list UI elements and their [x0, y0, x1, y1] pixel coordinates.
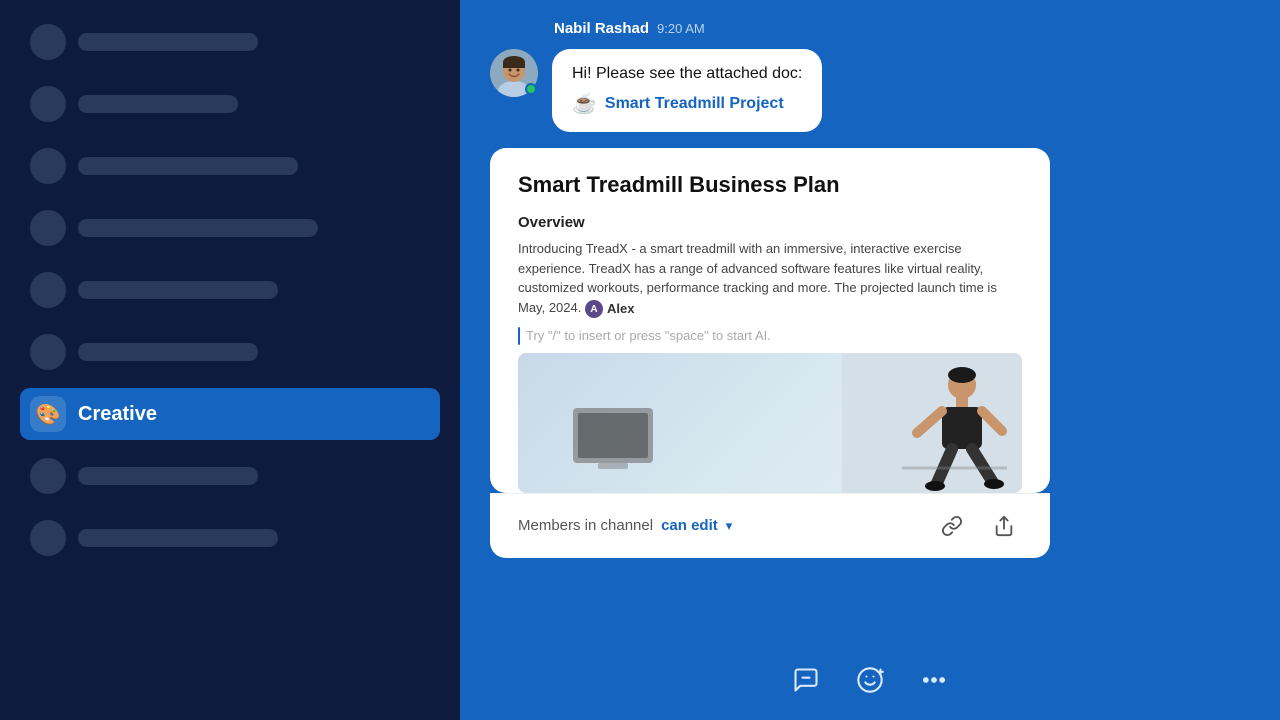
- thread-button[interactable]: [786, 660, 826, 700]
- doc-section-title: Overview: [518, 214, 1022, 231]
- sidebar-item-1[interactable]: [20, 16, 440, 68]
- sidebar-item-9[interactable]: [20, 512, 440, 564]
- sidebar-label-3: [78, 157, 298, 175]
- doc-title: Smart Treadmill Business Plan: [518, 172, 1022, 198]
- cursor-placeholder: Try "/" to insert or press "space" to st…: [526, 328, 771, 343]
- message-bubble: Hi! Please see the attached doc: ☕ Smart…: [552, 49, 822, 132]
- doc-card-wrapper: Smart Treadmill Business Plan Overview I…: [490, 148, 1050, 648]
- message-header: Nabil Rashad 9:20 AM: [490, 20, 1250, 37]
- avatar-2: [30, 86, 66, 122]
- doc-card: Smart Treadmill Business Plan Overview I…: [490, 148, 1050, 493]
- avatar-4: [30, 210, 66, 246]
- sender-avatar-wrap: [490, 49, 538, 97]
- creative-icon: 🎨: [30, 396, 66, 432]
- bubble-link[interactable]: ☕ Smart Treadmill Project: [572, 91, 802, 116]
- sidebar-label-8: [78, 467, 258, 485]
- footer-permission: Members in channel can edit ▾: [518, 517, 732, 534]
- sidebar-label-4: [78, 219, 318, 237]
- text-cursor: [518, 327, 520, 345]
- avatar-9: [30, 520, 66, 556]
- mention-avatar: A: [585, 300, 603, 318]
- bubble-text: Hi! Please see the attached doc:: [572, 65, 802, 83]
- can-edit-label[interactable]: can edit: [661, 517, 718, 534]
- members-label: Members in channel: [518, 517, 653, 534]
- sender-name: Nabil Rashad: [554, 20, 649, 37]
- sidebar-item-4[interactable]: [20, 202, 440, 254]
- sidebar-item-6[interactable]: [20, 326, 440, 378]
- doc-cursor-row: Try "/" to insert or press "space" to st…: [518, 327, 1022, 345]
- avatar-1: [30, 24, 66, 60]
- sidebar-item-3[interactable]: [20, 140, 440, 192]
- link-text: Smart Treadmill Project: [605, 95, 784, 113]
- main-panel: Nabil Rashad 9:20 AM: [460, 0, 1280, 720]
- share-button[interactable]: [986, 508, 1022, 544]
- sidebar-item-8[interactable]: [20, 450, 440, 502]
- avatar-3: [30, 148, 66, 184]
- online-indicator: [525, 83, 537, 95]
- sidebar-label-9: [78, 529, 278, 547]
- doc-body: Introducing TreadX - a smart treadmill w…: [518, 239, 1022, 319]
- sidebar-label-1: [78, 33, 258, 51]
- doc-mention: A Alex: [585, 299, 634, 319]
- message-row: Hi! Please see the attached doc: ☕ Smart…: [490, 49, 1250, 132]
- message-toolbar: [490, 648, 1250, 704]
- sidebar-item-creative[interactable]: 🎨 Creative: [20, 388, 440, 440]
- creative-label: Creative: [78, 403, 157, 426]
- sidebar-label-6: [78, 343, 258, 361]
- message-time: 9:20 AM: [657, 21, 705, 36]
- more-options-button[interactable]: [914, 660, 954, 700]
- sidebar-label-2: [78, 95, 238, 113]
- emoji-add-button[interactable]: [850, 660, 890, 700]
- sidebar-label-5: [78, 281, 278, 299]
- copy-link-button[interactable]: [934, 508, 970, 544]
- avatar-5: [30, 272, 66, 308]
- avatar-6: [30, 334, 66, 370]
- sidebar-item-2[interactable]: [20, 78, 440, 130]
- permission-chevron-icon[interactable]: ▾: [726, 518, 733, 534]
- doc-image: [518, 353, 1022, 493]
- sidebar-item-5[interactable]: [20, 264, 440, 316]
- avatar-8: [30, 458, 66, 494]
- link-icon: ☕: [572, 91, 597, 116]
- sidebar: 🎨 Creative: [0, 0, 460, 720]
- doc-footer: Members in channel can edit ▾: [490, 493, 1050, 558]
- footer-actions: [934, 508, 1022, 544]
